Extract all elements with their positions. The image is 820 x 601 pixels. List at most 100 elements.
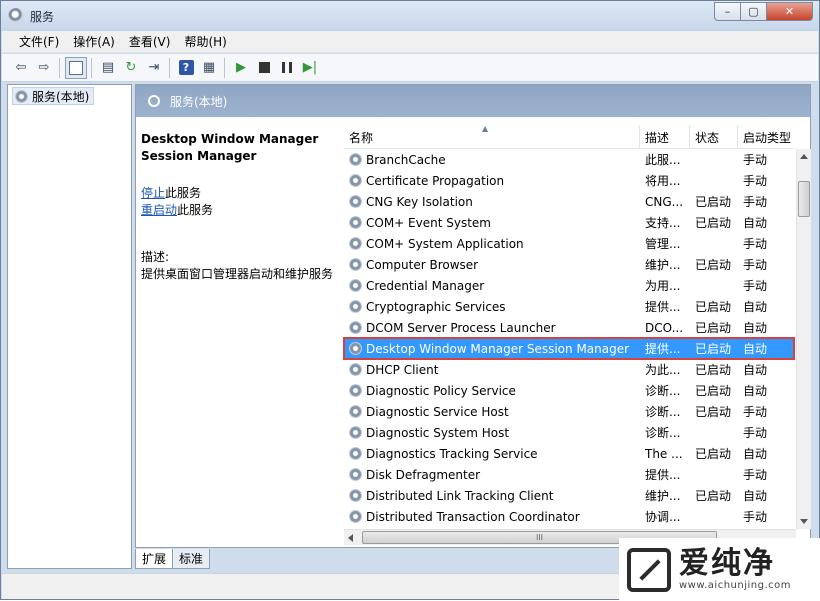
table-row[interactable]: BranchCache 此服... 手动 [344,149,794,170]
minimize-button[interactable]: – [714,2,741,21]
tab-standard[interactable]: 标准 [172,549,211,569]
service-startup-cell: 手动 [743,468,768,482]
properties-icon[interactable]: ▤ [97,57,119,79]
table-row[interactable]: DHCP Client 为此... 已启动 自动 [344,359,794,380]
table-row[interactable]: Computer Browser 维护... 已启动 手动 [344,254,794,275]
table-row[interactable]: COM+ System Application 管理... 手动 [344,233,794,254]
service-description-cell: 维护... [645,489,681,503]
pause-button[interactable] [276,57,298,79]
selected-service-name: Desktop Window Manager Session Manager [141,132,319,163]
service-name: BranchCache [366,152,446,167]
stop-service-link[interactable]: 停止 [141,186,165,200]
menu-file[interactable]: 文件(F) [12,33,66,50]
table-row[interactable]: COM+ Event System 支持... 已启动 自动 [344,212,794,233]
service-gear-icon [349,489,362,502]
service-gear-icon [349,363,362,376]
services-panel: 服务(本地) Desktop Window Manager Session Ma… [135,84,811,548]
service-status-cell: 已启动 [695,216,732,230]
scroll-down-icon[interactable] [800,519,808,524]
tree-item-services-local[interactable]: 服务(本地) [12,87,95,105]
restart-service-link[interactable]: 重启动 [141,203,177,217]
table-row[interactable]: Diagnostic Policy Service 诊断... 已启动 自动 [344,380,794,401]
table-row[interactable]: Disk Defragmenter 提供... 手动 [344,464,794,485]
service-gear-icon [349,174,362,187]
service-name: COM+ System Application [366,236,524,251]
vertical-scrollbar[interactable] [796,149,811,529]
service-name: Computer Browser [366,257,479,272]
vertical-scroll-thumb[interactable] [798,181,810,217]
service-startup-cell: 手动 [743,510,768,524]
table-row[interactable]: Certificate Propagation 将用... 手动 [344,170,794,191]
service-status-cell: 已启动 [695,342,732,356]
toolbar-separator [169,57,170,78]
maximize-button[interactable]: ▢ [741,2,767,21]
table-row[interactable]: CNG Key Isolation CNG... 已启动 手动 [344,191,794,212]
show-tree-button[interactable] [65,56,87,79]
back-arrow-icon[interactable]: ⇦ [10,57,32,79]
service-name: Distributed Transaction Coordinator [366,509,580,524]
table-row[interactable]: Desktop Window Manager Session Manager 提供… [343,337,795,360]
forward-arrow-icon[interactable]: ⇨ [33,57,55,79]
column-status-label: 状态 [695,130,720,145]
menu-help[interactable]: 帮助(H) [177,33,233,50]
scroll-left-icon[interactable] [348,534,353,542]
menu-view[interactable]: 查看(V) [122,33,178,50]
resume-icon[interactable]: ▶| [299,57,321,79]
column-header-status[interactable]: 状态 [690,125,738,149]
service-status-cell: 已启动 [695,405,732,419]
toolbar-separator [91,57,92,78]
table-row[interactable]: Diagnostic Service Host 诊断... 已启动 手动 [344,401,794,422]
service-startup-cell: 手动 [743,153,768,167]
column-startup-label: 启动类型 [743,130,792,145]
service-status-cell: 已启动 [695,195,732,209]
table-row[interactable]: Credential Manager 为用... 手动 [344,275,794,296]
toolbar-separator [59,57,60,78]
menu-bar: 文件(F) 操作(A) 查看(V) 帮助(H) [2,31,818,53]
service-name-cell: Diagnostic Service Host [344,405,640,419]
toolbar: ⇦ ⇨ ▤ ↻ ⇥ ? ▦ ▶ ▶| [2,54,818,82]
panel-title: 服务(本地) [170,94,228,109]
service-description-cell: 支持... [645,216,681,230]
table-row[interactable]: Diagnostic System Host 诊断... 手动 [344,422,794,443]
service-description-cell: 诊断... [645,384,681,398]
service-description-cell: 提供... [645,300,681,314]
help-button[interactable]: ? [175,57,197,79]
column-header-description[interactable]: 描述 [640,125,690,149]
service-name: Desktop Window Manager Session Manager [366,341,630,356]
export-list-icon[interactable]: ⇥ [143,57,165,79]
service-gear-icon [349,342,362,355]
table-row[interactable]: Diagnostics Tracking Service The ... 已启动 自动 [344,443,794,464]
service-startup-cell: 手动 [743,237,768,251]
refresh-icon[interactable]: ↻ [120,57,142,79]
scroll-up-icon[interactable] [800,154,808,159]
table-row[interactable]: Distributed Transaction Coordinator 协调...… [344,506,794,527]
service-gear-icon [349,510,362,523]
service-startup-cell: 手动 [743,426,768,440]
service-startup-cell: 手动 [743,258,768,272]
service-startup-cell: 自动 [743,342,768,356]
service-gear-icon [349,321,362,334]
stop-button[interactable] [253,57,275,79]
service-status-cell: 已启动 [695,321,732,335]
column-desc-label: 描述 [645,130,670,145]
play-icon[interactable]: ▶ [230,57,252,79]
description-text: 提供桌面窗口管理器启动和维护服务 [141,267,334,281]
column-header-startup-type[interactable]: 启动类型 [738,125,794,149]
service-name: COM+ Event System [366,215,491,230]
service-name-cell: Cryptographic Services [344,300,640,314]
pause-icon [282,62,292,73]
list-rows: BranchCache 此服... 手动 Certificate Propagatio… [343,149,795,527]
column-header-name[interactable]: 名称 ▲ [344,124,640,149]
service-name: Certificate Propagation [366,173,505,188]
service-name: Cryptographic Services [366,299,506,314]
service-description-cell: 管理... [645,237,681,251]
table-row[interactable]: Cryptographic Services 提供... 已启动 自动 [344,296,794,317]
tab-extended[interactable]: 扩展 [135,549,174,569]
service-status-cell: 已启动 [695,489,732,503]
close-button[interactable]: ✕ [767,2,813,21]
action-pane-icon[interactable]: ▦ [198,57,220,79]
menu-action[interactable]: 操作(A) [66,33,122,50]
table-row[interactable]: DCOM Server Process Launcher DCO... 已启动 自动 [344,317,794,338]
service-description-cell: 诊断... [645,426,681,440]
table-row[interactable]: Distributed Link Tracking Client 维护... 已启动… [344,485,794,506]
